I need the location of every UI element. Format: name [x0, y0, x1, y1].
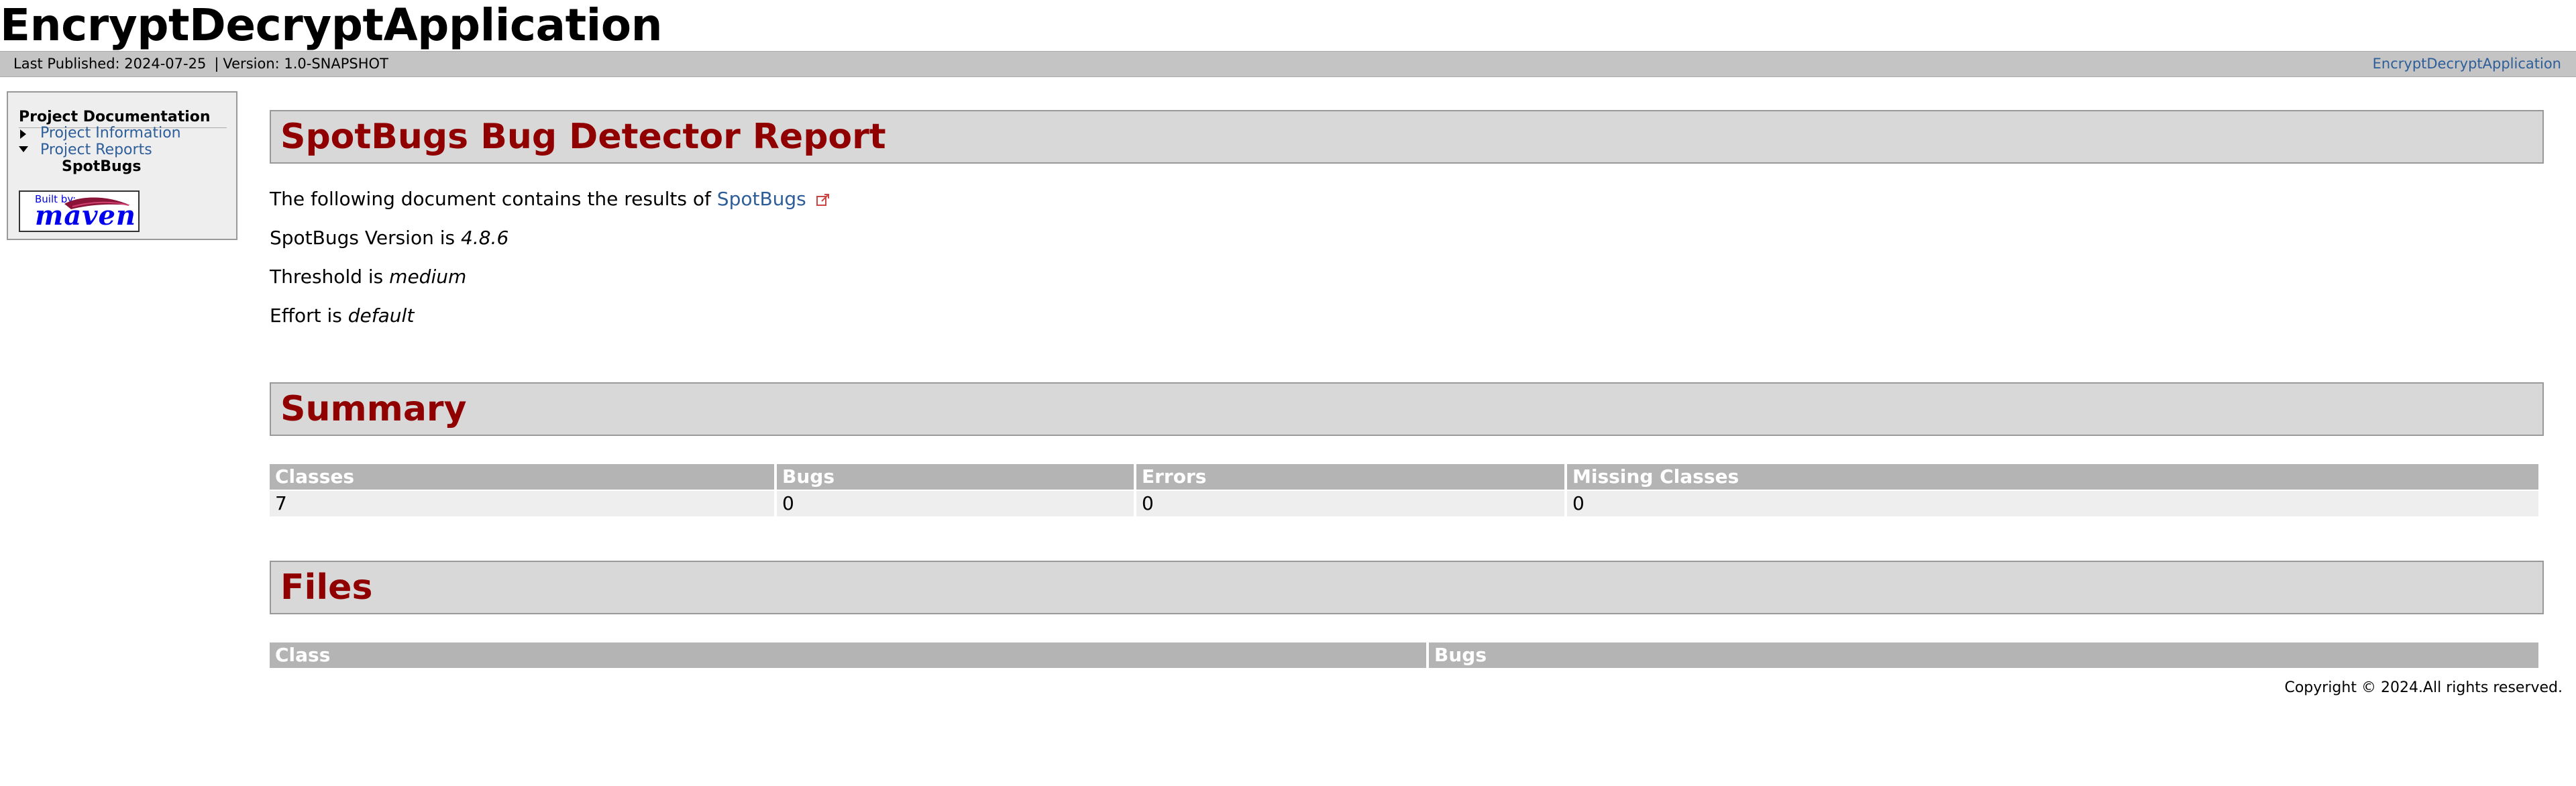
report-title-section: SpotBugs Bug Detector Report — [270, 110, 2544, 164]
version-value: 4.8.6 — [461, 227, 509, 249]
effort-label: Effort is — [270, 304, 342, 327]
effort-value: default — [347, 304, 415, 327]
project-version: Version: 1.0-SNAPSHOT — [223, 56, 388, 72]
table-header-row: Class Bugs — [270, 642, 2538, 668]
project-home-link[interactable]: EncryptDecryptApplication — [2373, 52, 2561, 76]
column-header-errors: Errors — [1136, 464, 1564, 490]
report-title: SpotBugs Bug Detector Report — [280, 117, 886, 157]
breadcrumb-bar: Last Published: 2024-07-25 | Version: 1.0-… — [0, 51, 2576, 77]
expand-arrow-icon[interactable] — [20, 129, 26, 139]
sidebar-item-label[interactable]: Project Reports — [40, 142, 152, 158]
sidebar-navigation: Project Documentation Project Informatio… — [7, 91, 237, 240]
table-header-row: Classes Bugs Errors Missing Classes — [270, 464, 2538, 490]
built-by-maven-logo[interactable]: Built by: maven — [19, 190, 140, 232]
version-label: SpotBugs Version is — [270, 227, 455, 249]
cell-classes: 7 — [270, 491, 774, 516]
sidebar-item-project-reports[interactable]: Project Reports — [40, 142, 152, 159]
summary-table: Classes Bugs Errors Missing Classes 7 0 … — [267, 463, 2541, 518]
threshold-label: Threshold is — [270, 266, 384, 288]
maven-wordmark: maven — [35, 200, 137, 231]
intro-text: The following document contains the resu… — [270, 188, 711, 210]
column-header-bugs: Bugs — [1429, 642, 2538, 668]
cell-errors: 0 — [1136, 491, 1564, 516]
files-section: Files — [270, 561, 2544, 614]
column-header-missing-classes: Missing Classes — [1567, 464, 2538, 490]
banner: EncryptDecryptApplication — [0, 0, 2576, 51]
column-header-bugs: Bugs — [777, 464, 1134, 490]
cell-missing-classes: 0 — [1567, 491, 2538, 516]
breadcrumb-separator: | — [214, 56, 219, 72]
files-title: Files — [280, 567, 373, 608]
external-link-icon — [816, 194, 829, 206]
last-published: Last Published: 2024-07-25 — [13, 56, 207, 72]
version-line: SpotBugs Version is 4.8.6 — [270, 227, 508, 249]
site-title: EncryptDecryptApplication — [0, 0, 663, 51]
intro-paragraph: The following document contains the resu… — [270, 188, 830, 211]
copyright-notice: Copyright © 2024.All rights reserved. — [2284, 679, 2563, 696]
files-table: Class Bugs — [267, 641, 2541, 669]
table-row: 7 0 0 0 — [270, 491, 2538, 516]
sidebar-item-project-information[interactable]: Project Information — [40, 125, 181, 142]
threshold-line: Threshold is medium — [270, 266, 466, 288]
spotbugs-link[interactable]: SpotBugs — [717, 188, 806, 210]
summary-title: Summary — [280, 389, 467, 429]
column-header-classes: Classes — [270, 464, 774, 490]
effort-line: Effort is default — [270, 304, 414, 327]
sidebar-item-label[interactable]: Project Information — [40, 125, 181, 142]
cell-bugs: 0 — [777, 491, 1134, 516]
sidebar-item-label: SpotBugs — [62, 158, 142, 175]
summary-section: Summary — [270, 382, 2544, 436]
column-header-class: Class — [270, 642, 1426, 668]
collapse-arrow-icon[interactable] — [19, 146, 28, 152]
sidebar-item-spotbugs: SpotBugs — [62, 158, 142, 176]
publish-info: Last Published: 2024-07-25 | Version: 1.0-… — [13, 52, 388, 76]
threshold-value: medium — [389, 266, 467, 288]
